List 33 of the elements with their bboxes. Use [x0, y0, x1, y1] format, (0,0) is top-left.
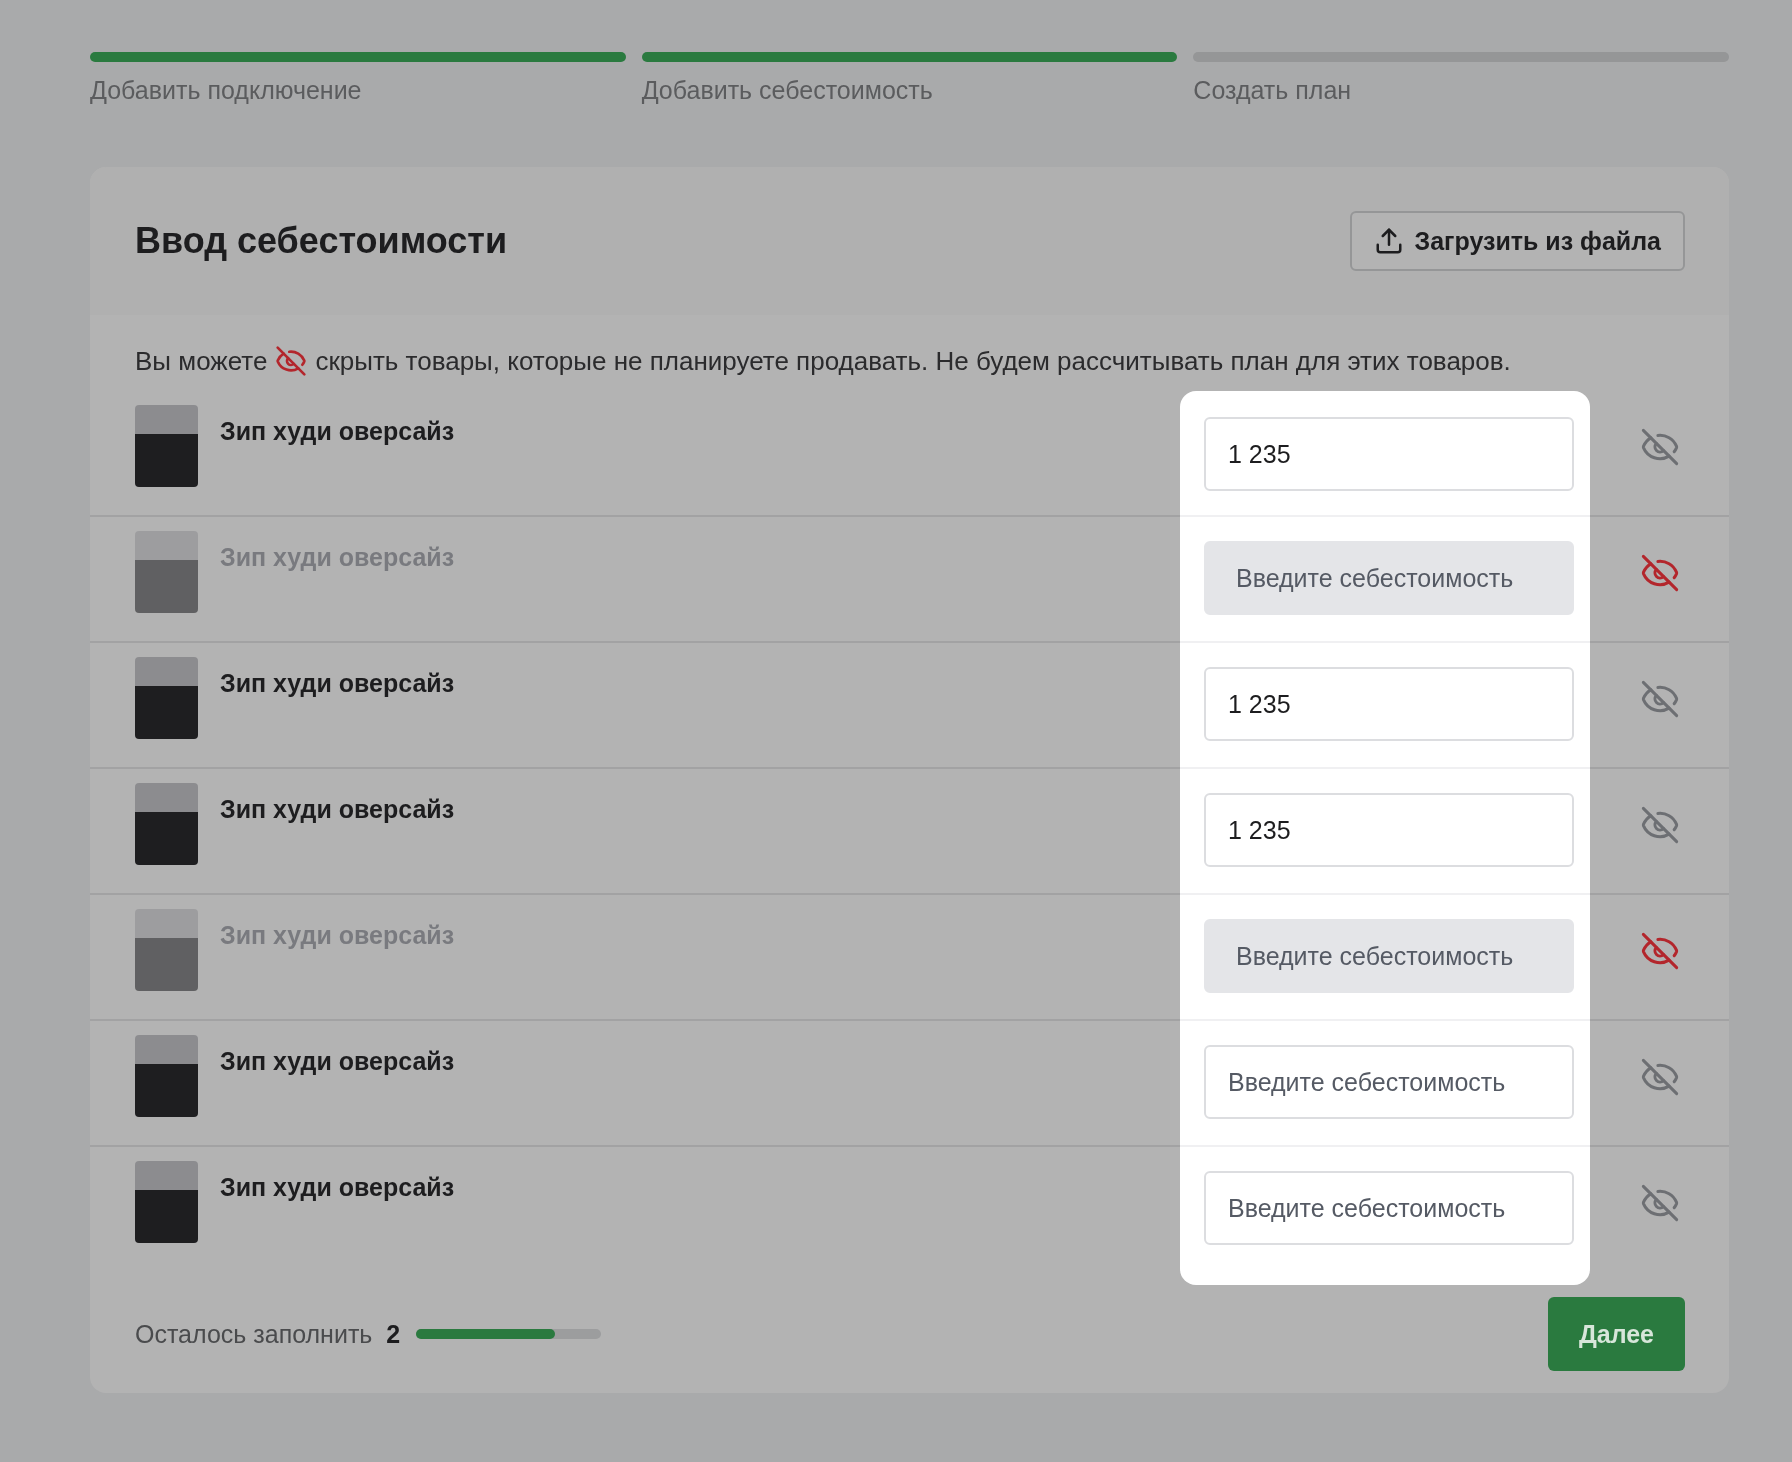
step-label: Добавить подключение [90, 76, 363, 105]
cost-input-field[interactable]: Введите себестоимость [1204, 1045, 1574, 1119]
product-name: Зип худи оверсайз [220, 669, 455, 699]
hide-toggle-button[interactable] [1639, 427, 1680, 467]
hide-toggle-button[interactable] [1639, 679, 1680, 719]
product-name: Зип худи оверсайз [220, 1047, 455, 1077]
product-name: Зип худи оверсайз [220, 921, 455, 951]
next-button[interactable]: Далее [1548, 1297, 1685, 1371]
cost-input-field[interactable]: Введите себестоимость [1204, 1171, 1574, 1245]
step-label: Создать план [1193, 76, 1353, 105]
hide-toggle-button[interactable] [1639, 1057, 1680, 1097]
hint-text: скрыть товары, которые не планируете продавать. Не будем рассчитывать план для этих товаров. [315, 345, 1511, 377]
hide-toggle-button[interactable] [1639, 1183, 1680, 1223]
cost-input-field[interactable]: Введите себестоимость [1204, 919, 1574, 993]
cost-input-field[interactable]: 1 235 [1204, 793, 1574, 867]
product-name: Зип худи оверсайз [220, 417, 455, 447]
card-title: Ввод себестоимости [135, 220, 508, 262]
hide-toggle-button[interactable] [1639, 805, 1680, 845]
cost-input-field[interactable]: Введите себестоимость [1204, 541, 1574, 615]
remaining-count: 2 [386, 1319, 401, 1349]
hidden-eye-icon [275, 345, 308, 377]
upload-button[interactable]: Загрузить из файла [1350, 211, 1685, 271]
cost-input-field[interactable]: 1 235 [1204, 667, 1574, 741]
upload-icon [1374, 226, 1405, 256]
product-name: Зип худи оверсайз [220, 1173, 455, 1203]
step-label: Добавить себестоимость [641, 76, 934, 105]
hide-toggle-button[interactable] [1639, 553, 1680, 593]
cost-input-field[interactable]: 1 235 [1204, 417, 1574, 491]
remaining-label: Осталось заполнить [135, 1319, 373, 1349]
hide-toggle-button[interactable] [1639, 931, 1680, 971]
product-name: Зип худи оверсайз [220, 543, 455, 573]
product-name: Зип худи оверсайз [220, 795, 455, 825]
hint-text: Вы можете [135, 345, 268, 377]
